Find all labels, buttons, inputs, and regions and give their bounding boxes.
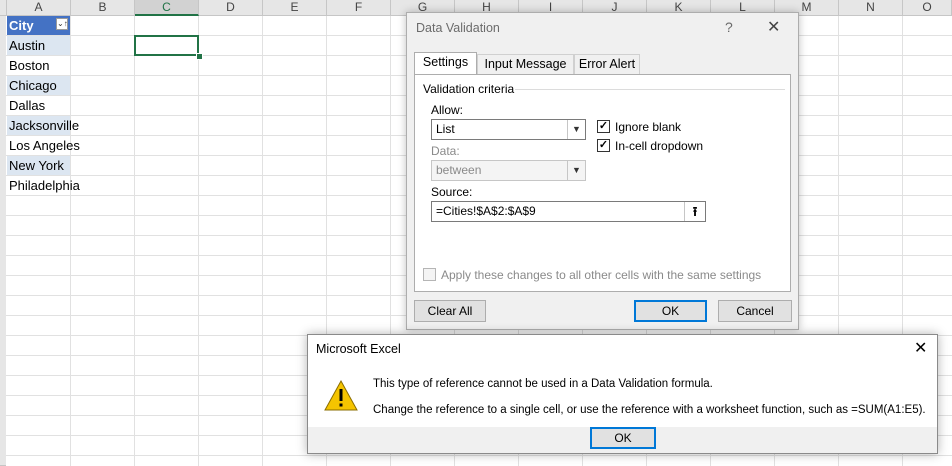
row-header-strip[interactable] — [0, 16, 6, 466]
column-header-f[interactable]: F — [327, 0, 391, 16]
column-header-a[interactable]: A — [7, 0, 71, 16]
table-header-label: City — [9, 18, 34, 33]
chevron-down-icon[interactable]: ▼ — [567, 120, 585, 139]
validation-criteria-label: Validation criteria — [423, 82, 519, 96]
close-icon[interactable]: ✕ — [767, 17, 780, 37]
ignore-blank-label[interactable]: Ignore blank — [615, 120, 681, 134]
chevron-down-icon: ▼ — [567, 161, 585, 180]
select-all-corner[interactable] — [0, 0, 7, 16]
tab-bar: Settings Input Message Error Alert — [414, 52, 791, 75]
column-header-o[interactable]: O — [903, 0, 952, 16]
warning-icon — [324, 379, 358, 411]
settings-panel: Validation criteria Allow: List ▼ Data: … — [414, 74, 791, 292]
active-cell-c2[interactable] — [134, 35, 199, 56]
clear-all-button[interactable]: Clear All — [414, 300, 486, 322]
tab-error-alert[interactable]: Error Alert — [574, 54, 640, 74]
apply-all-checkbox — [423, 268, 436, 281]
alert-title: Microsoft Excel — [316, 342, 401, 356]
table-row[interactable]: Los Angeles — [7, 136, 80, 155]
ok-button[interactable]: OK — [634, 300, 707, 322]
allow-dropdown[interactable]: List ▼ — [431, 119, 586, 140]
table-row[interactable]: Boston — [7, 56, 70, 75]
apply-all-label: Apply these changes to all other cells w… — [441, 268, 762, 282]
table-row[interactable]: Austin — [7, 36, 70, 55]
column-header-d[interactable]: D — [199, 0, 263, 16]
source-field[interactable]: =Cities!$A$2:$A$9 ⭱ — [431, 201, 706, 222]
cancel-button[interactable]: Cancel — [718, 300, 792, 322]
allow-value: List — [436, 122, 455, 136]
tab-settings[interactable]: Settings — [414, 52, 477, 75]
alert-body: This type of reference cannot be used in… — [308, 361, 937, 427]
group-divider — [515, 89, 785, 90]
data-label: Data: — [431, 144, 460, 158]
close-icon[interactable]: ✕ — [914, 338, 927, 358]
allow-label: Allow: — [431, 103, 464, 117]
fill-handle[interactable] — [196, 53, 203, 60]
alert-message-line-2: Change the reference to a single cell, o… — [373, 404, 926, 416]
column-header-b[interactable]: B — [71, 0, 135, 16]
table-row[interactable]: Jacksonville — [7, 116, 79, 135]
dialog-title: Data Validation — [416, 21, 500, 35]
table-row[interactable]: New York — [7, 156, 70, 175]
table-row[interactable]: Dallas — [7, 96, 70, 115]
alert-message-line-1: This type of reference cannot be used in… — [373, 378, 713, 390]
excel-alert-dialog: Microsoft Excel ✕ This type of reference… — [307, 334, 938, 454]
data-validation-dialog: Data Validation ? ✕ Settings Input Messa… — [406, 12, 799, 330]
column-header-c[interactable]: C — [135, 0, 199, 16]
source-label: Source: — [431, 185, 473, 199]
alert-ok-button[interactable]: OK — [590, 427, 656, 449]
table-row[interactable]: Chicago — [7, 76, 70, 95]
column-header-n[interactable]: N — [839, 0, 903, 16]
source-value: =Cities!$A$2:$A$9 — [436, 204, 536, 218]
in-cell-dropdown-label[interactable]: In-cell dropdown — [615, 139, 703, 153]
tab-input-message[interactable]: Input Message — [477, 54, 574, 74]
data-value: between — [436, 163, 482, 177]
data-dropdown: between ▼ — [431, 160, 586, 181]
filter-dropdown-icon[interactable]: ⌄↑ — [56, 18, 68, 30]
in-cell-dropdown-checkbox[interactable]: ✓ — [597, 139, 610, 152]
column-header-e[interactable]: E — [263, 0, 327, 16]
ignore-blank-checkbox[interactable]: ✓ — [597, 120, 610, 133]
help-icon[interactable]: ? — [725, 19, 733, 35]
table-row[interactable]: Philadelphia — [7, 176, 80, 195]
alert-footer: OK — [308, 427, 937, 453]
collapse-dialog-icon[interactable]: ⭱ — [684, 202, 705, 221]
